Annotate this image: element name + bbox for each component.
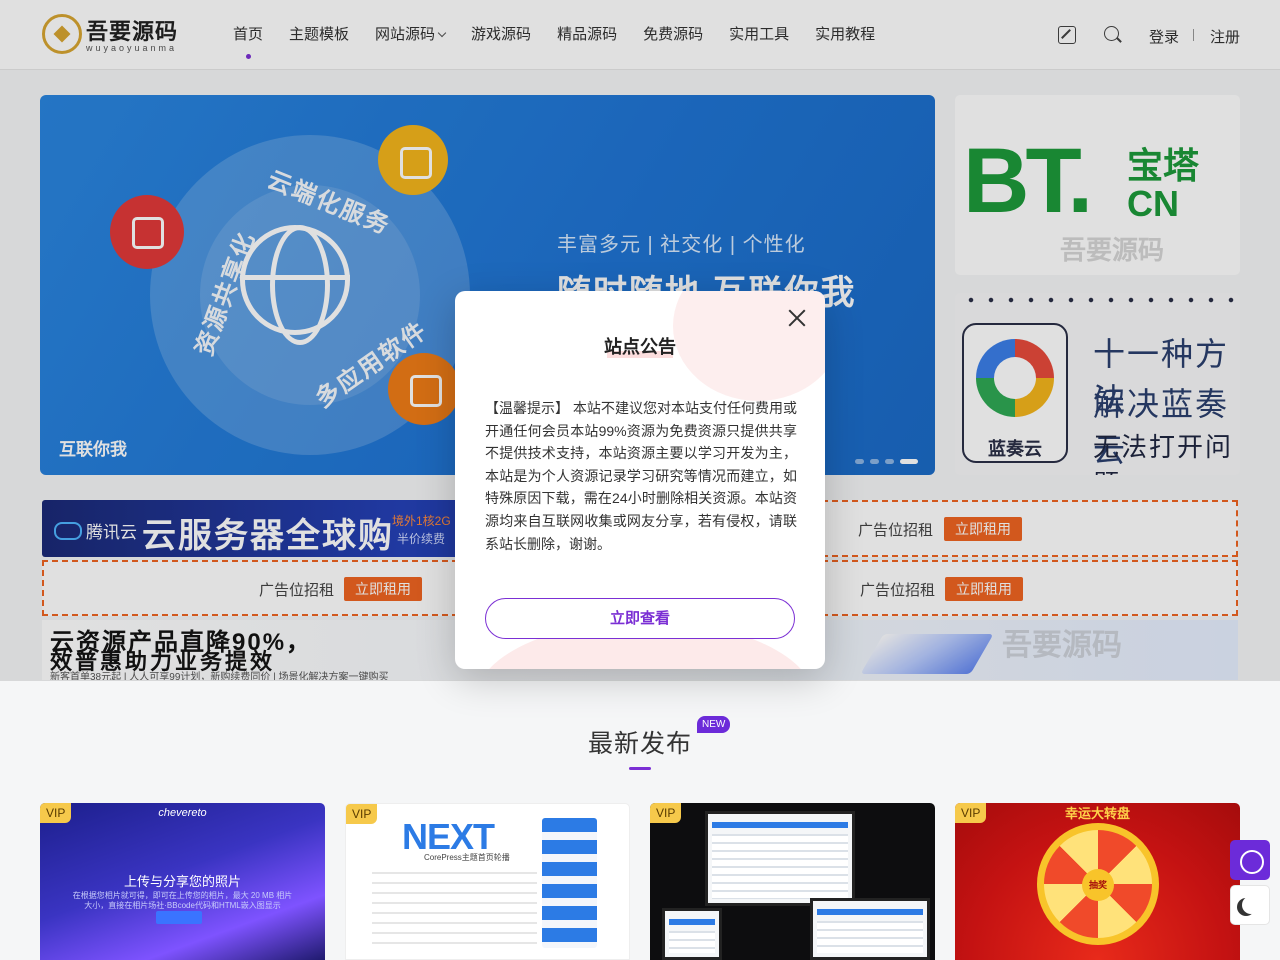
moon-icon[interactable] <box>1230 885 1270 925</box>
laptop-mockup <box>810 898 930 960</box>
vip-badge: VIP <box>346 804 378 824</box>
card-thumb-desc: 在根据您相片就可得，即可在上传您的相片，最大 20 MB 相片大小，直接在相片场… <box>72 891 293 911</box>
close-icon[interactable] <box>786 307 808 329</box>
wheel-center: 抽奖 <box>1082 869 1114 901</box>
modal-title: 站点公告 <box>604 337 676 357</box>
vip-badge: VIP <box>40 803 72 823</box>
post-card[interactable]: VIP <box>650 803 935 960</box>
card-thumb-sub: CorePress主题首页轮播 <box>424 853 510 862</box>
thumb-button <box>156 911 202 924</box>
vip-badge: VIP <box>650 803 682 823</box>
view-now-button[interactable]: 立即查看 <box>485 598 795 639</box>
post-card[interactable]: VIP NEXT CorePress主题首页轮播 <box>345 803 630 960</box>
thumb-sidebar <box>542 818 597 948</box>
post-card[interactable]: VIP chevereto 上传与分享您的照片 在根据您相片就可得，即可在上传您… <box>40 803 325 960</box>
tablet-mockup <box>662 908 722 960</box>
chat-icon[interactable] <box>1230 840 1270 880</box>
thumb-list <box>372 872 537 952</box>
announcement-modal: 站点公告 【温馨提示】 本站不建议您对本站支付任何费用或开通任何会员本站99%资… <box>455 291 825 669</box>
card-thumb-title: 上传与分享您的照片 <box>123 874 241 889</box>
card-thumb-title: 幸运大转盘 <box>1064 806 1130 821</box>
monitor-mockup <box>705 811 855 906</box>
new-badge: NEW <box>697 716 731 733</box>
section-title: 最新发布 <box>587 730 692 758</box>
section-underline <box>629 767 651 770</box>
card-brand: chevereto <box>158 807 207 819</box>
vip-badge: VIP <box>955 803 987 823</box>
post-card[interactable]: VIP 幸运大转盘 抽奖 <box>955 803 1240 960</box>
modal-body: 【温馨提示】 本站不建议您对本站支付任何费用或开通任何会员本站99%资源为免费资… <box>485 400 797 552</box>
